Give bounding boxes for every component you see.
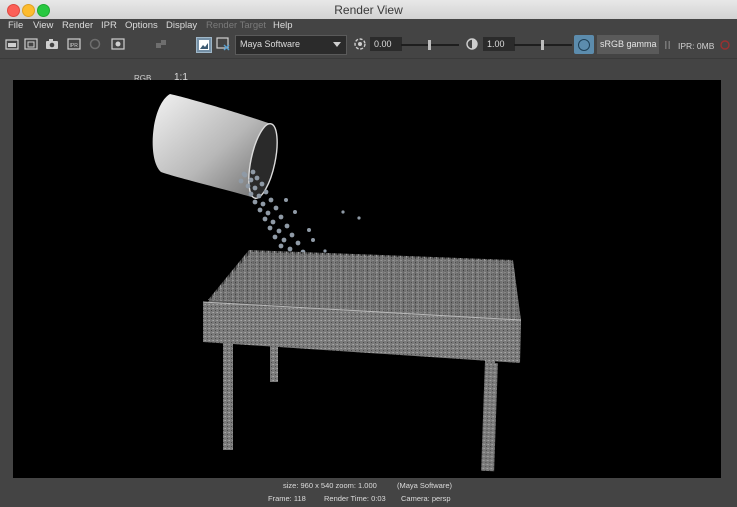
status-frame: Frame: 118 [268, 494, 306, 503]
colorspace-field[interactable]: sRGB gamma [597, 35, 659, 54]
close-icon[interactable] [720, 40, 730, 50]
exposure-icon[interactable] [353, 37, 367, 51]
gamma-icon[interactable] [465, 37, 479, 51]
menu-help[interactable]: Help [273, 20, 293, 31]
render-image-viewport[interactable] [13, 80, 721, 478]
status-camera: Camera: persp [401, 494, 451, 503]
title-bar: Render View [0, 0, 737, 20]
render-region-icon[interactable] [24, 37, 38, 51]
renderer-select[interactable]: Maya Software [235, 35, 347, 55]
render-frame-icon[interactable] [5, 37, 19, 51]
render-view-window: Render View File View Render IPR Options… [0, 0, 737, 507]
menu-display[interactable]: Display [166, 20, 197, 31]
colorspace-value: sRGB gamma [600, 39, 657, 49]
menu-file[interactable]: File [8, 20, 23, 31]
toolbar-divider [0, 58, 737, 59]
menu-bar: File View Render IPR Options Display Ren… [0, 19, 737, 34]
menu-options[interactable]: Options [125, 20, 158, 31]
svg-text:IPR: IPR [70, 43, 79, 49]
chevron-down-icon [333, 42, 341, 47]
menu-view[interactable]: View [33, 20, 53, 31]
render-settings-icon[interactable] [111, 37, 125, 51]
renderer-select-value: Maya Software [240, 39, 301, 49]
render-image [152, 94, 522, 472]
separator-handle [665, 41, 670, 49]
exposure-slider-handle[interactable] [428, 40, 431, 50]
refresh-icon[interactable] [88, 37, 102, 51]
gamma-slider-handle[interactable] [541, 40, 544, 50]
status-size: size: 960 x 540 zoom: 1.000 [283, 481, 377, 490]
window-title: Render View [334, 3, 403, 17]
ipr-render-icon[interactable]: IPR [67, 37, 81, 51]
gamma-field[interactable]: 1.00 [483, 37, 515, 51]
menu-render-target[interactable]: Render Target [206, 20, 266, 31]
menu-render[interactable]: Render [62, 20, 93, 31]
menu-ipr[interactable]: IPR [101, 20, 117, 31]
ipr-memory-status: IPR: 0MB [678, 41, 715, 51]
color-management-icon[interactable] [574, 35, 594, 54]
frame-region-icon[interactable] [196, 37, 212, 53]
image-overlay-icon[interactable] [216, 37, 230, 51]
swap-icon[interactable] [154, 37, 168, 51]
exposure-field[interactable]: 0.00 [370, 37, 402, 51]
status-renderer: (Maya Software) [397, 481, 453, 490]
snapshot-icon[interactable] [45, 37, 59, 51]
status-render-time: Render Time: 0:03 [324, 494, 386, 503]
